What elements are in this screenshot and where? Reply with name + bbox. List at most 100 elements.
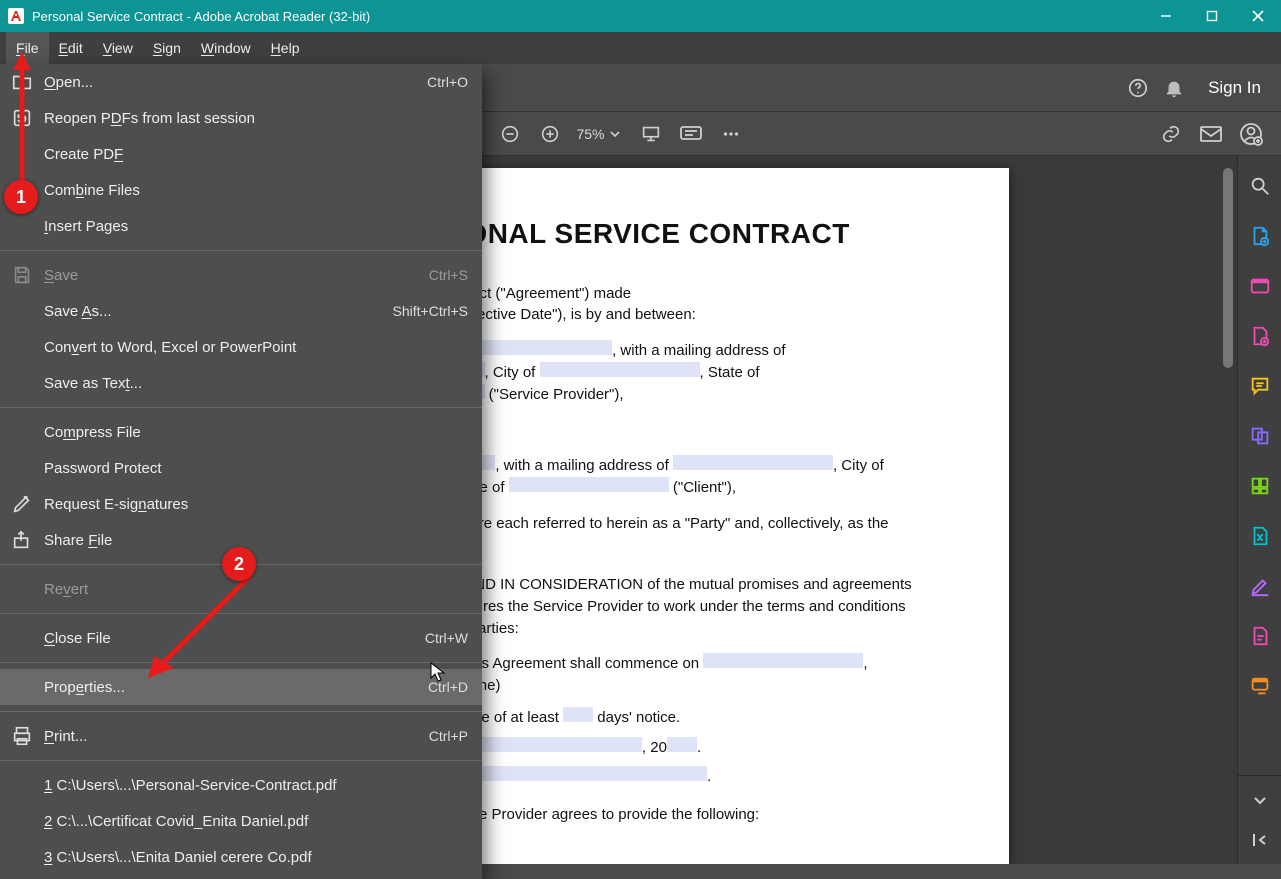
document-scrollbar[interactable] [1223,168,1233,368]
menu-item-label: Password Protect [44,460,468,477]
menu-item-label: Reopen PDFs from last session [44,110,468,127]
menu-item-share[interactable]: Share File [0,522,482,558]
menu-item-compress[interactable]: Compress File [0,414,482,450]
menu-edit[interactable]: Edit [49,32,93,64]
menu-item-reopen[interactable]: Reopen PDFs from last session [0,100,482,136]
print-icon [8,722,36,750]
blank-icon [8,454,36,482]
menu-item-print[interactable]: Print... Ctrl+P [0,718,482,754]
menu-item-label: Create PDF [44,146,468,163]
zoom-caret-icon[interactable] [607,129,623,139]
menu-item-open[interactable]: Open... Ctrl+O [0,64,482,100]
maximize-button[interactable] [1189,0,1235,32]
menu-item-label: Save as Text... [44,375,468,392]
menu-item-label: 3 C:\Users\...\Enita Daniel cerere Co.pd… [44,849,468,866]
fit-width-icon[interactable] [631,114,671,154]
export-pdf-icon[interactable] [1244,220,1276,252]
menu-file[interactable]: File [6,32,49,64]
menu-item-convert[interactable]: Convert to Word, Excel or PowerPoint [0,329,482,365]
comment-icon[interactable] [1244,370,1276,402]
more-tools-icon[interactable] [711,114,751,154]
menu-item-shortcut: Ctrl+S [429,267,468,283]
menu-item-label: Open... [44,74,415,91]
create-pdf-icon[interactable] [1244,320,1276,352]
compress-pdf-icon[interactable] [1244,520,1276,552]
share-icon [8,526,36,554]
zoom-level[interactable]: 75% [570,126,606,142]
organize-pages-icon[interactable] [1244,470,1276,502]
rail-expand-icon[interactable] [1244,824,1276,856]
menu-item-reqsig[interactable]: Request E-signatures [0,486,482,522]
menu-item-savetext[interactable]: Save as Text... [0,365,482,401]
blank-icon [8,418,36,446]
menu-item-label: 1 C:\Users\...\Personal-Service-Contract… [44,777,468,794]
blank-icon [8,212,36,240]
file-menu-dropdown: Open... Ctrl+O Reopen PDFs from last sessi… [0,64,482,879]
menu-item-insert[interactable]: Insert Pages [0,208,482,244]
menu-item-label: Save [44,267,417,284]
help-icon[interactable] [1120,70,1156,106]
blank-icon [8,369,36,397]
notifications-icon[interactable] [1156,70,1192,106]
blank-icon [8,624,36,652]
send-comments-icon[interactable] [1244,670,1276,702]
share-link-icon[interactable] [1151,114,1191,154]
menu-item-save: Save Ctrl+S [0,257,482,293]
search-icon[interactable] [1244,170,1276,202]
menu-window[interactable]: Window [191,32,261,64]
blank-icon [8,297,36,325]
rail-chevron-down-icon[interactable] [1244,784,1276,816]
menu-item-shortcut: Ctrl+O [427,74,468,90]
menu-item-label: Properties... [44,679,416,696]
save-icon [8,261,36,289]
menu-item-combine[interactable]: Combine Files [0,172,482,208]
combine-icon [8,176,36,204]
menu-item-label: Request E-signatures [44,496,468,513]
menu-item-label: 2 C:\...\Certificat Covid_Enita Daniel.p… [44,813,468,830]
menu-item-label: Combine Files [44,182,468,199]
close-button[interactable] [1235,0,1281,32]
acrobat-app-icon [8,8,24,24]
blank-icon [8,575,36,603]
edit-pdf-icon[interactable] [1244,270,1276,302]
blank-icon [8,807,36,835]
profile-icon[interactable] [1231,114,1271,154]
menu-item-label: Share File [44,532,468,549]
menu-item-r2[interactable]: 2 C:\...\Certificat Covid_Enita Daniel.p… [0,803,482,839]
menu-help[interactable]: Help [261,32,310,64]
blank-icon [8,771,36,799]
right-tool-rail [1237,156,1281,864]
fill-sign-icon[interactable] [1244,570,1276,602]
blank-icon [8,843,36,871]
menu-view[interactable]: View [93,32,143,64]
menu-item-shortcut: Ctrl+P [429,728,468,744]
menu-item-shortcut: Ctrl+W [425,630,468,646]
pen-icon [8,490,36,518]
menu-item-label: Convert to Word, Excel or PowerPoint [44,339,468,356]
menu-item-pwd[interactable]: Password Protect [0,450,482,486]
folder-icon [8,68,36,96]
menu-item-createpdf[interactable]: Create PDF [0,136,482,172]
menu-item-r1[interactable]: 1 C:\Users\...\Personal-Service-Contract… [0,767,482,803]
reopen-icon [8,104,36,132]
menu-item-properties[interactable]: Properties...Ctrl+D [0,669,482,705]
menu-item-label: Insert Pages [44,218,468,235]
zoom-in-icon[interactable] [530,114,570,154]
sign-in-link[interactable]: Sign In [1208,78,1261,98]
minimize-button[interactable] [1143,0,1189,32]
read-mode-icon[interactable] [671,114,711,154]
menu-sign[interactable]: Sign [143,32,191,64]
blank-icon [8,673,36,701]
menu-item-saveas[interactable]: Save As...Shift+Ctrl+S [0,293,482,329]
combine-files-icon[interactable] [1244,420,1276,452]
menu-item-revert: Revert [0,571,482,607]
zoom-out-icon[interactable] [490,114,530,154]
adobe-sign-icon[interactable] [1244,620,1276,652]
window-title: Personal Service Contract - Adobe Acroba… [32,9,370,24]
menu-item-label: Print... [44,728,417,745]
menu-item-shortcut: Shift+Ctrl+S [393,303,468,319]
menu-item-close[interactable]: Close FileCtrl+W [0,620,482,656]
share-email-icon[interactable] [1191,114,1231,154]
menu-item-r3[interactable]: 3 C:\Users\...\Enita Daniel cerere Co.pd… [0,839,482,875]
blank-icon [8,333,36,361]
